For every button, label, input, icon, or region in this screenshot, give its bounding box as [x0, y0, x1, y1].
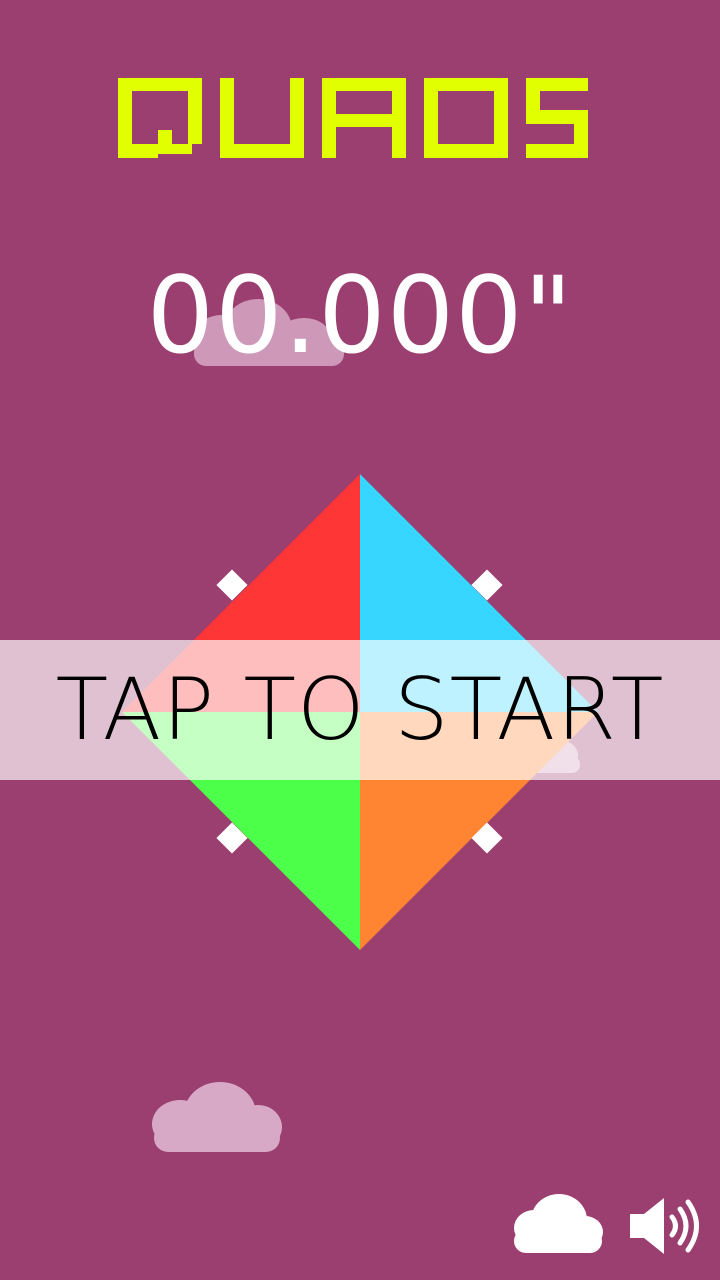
cloud-icon [514, 1194, 603, 1253]
game-screen[interactable]: 00.000" TAP TO START [0, 0, 720, 1280]
speaker-icon [630, 1198, 699, 1254]
cloud-button[interactable] [510, 1192, 606, 1256]
sound-button[interactable] [624, 1192, 708, 1260]
tap-to-start-label: TAP TO START [55, 660, 665, 760]
